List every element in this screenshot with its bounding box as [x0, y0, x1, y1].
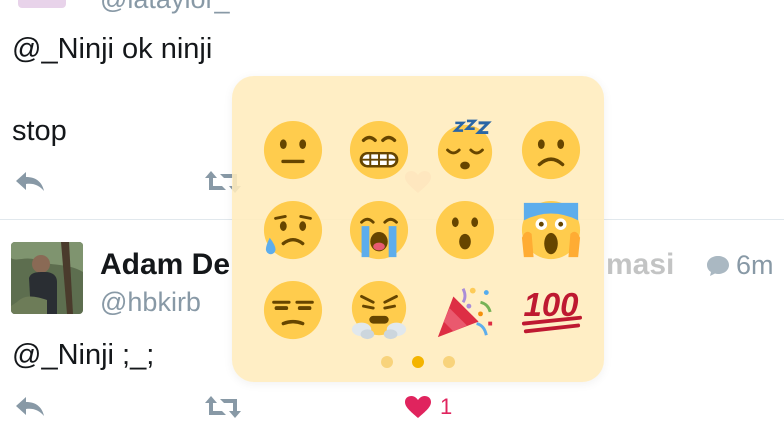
emoji-unamused-face[interactable] — [250, 270, 336, 350]
emoji-picker: 100 — [232, 76, 604, 382]
emoji-loudly-crying-face[interactable] — [336, 190, 422, 270]
retweet-icon — [205, 396, 241, 418]
tweet-2-avatar[interactable] — [11, 242, 83, 314]
tweet-2-text: @_Ninji ;_; — [12, 339, 155, 371]
tweet-1-handle: @lataylor_ — [100, 0, 229, 15]
tweet-1-text-line-2: stop — [12, 115, 67, 147]
emoji-neutral-face[interactable] — [250, 110, 336, 190]
timestamp-text: 6m — [736, 250, 774, 280]
tweet-2-retweet-button[interactable] — [204, 393, 242, 421]
tweet-2-like-button[interactable]: 1 — [404, 394, 452, 420]
emoji-frowning-face[interactable] — [508, 110, 594, 190]
tweet-1-avatar-partial[interactable] — [18, 0, 66, 8]
neutral-face-icon — [263, 120, 323, 180]
triumph-face-icon — [351, 280, 407, 340]
emoji-screaming-face[interactable] — [508, 190, 594, 270]
emoji-hundred-points[interactable]: 100 — [508, 270, 594, 350]
grimacing-face-icon — [349, 120, 409, 180]
unamused-face-icon — [263, 280, 323, 340]
loudly-crying-face-icon — [349, 200, 409, 260]
tweet-2-reply-button[interactable] — [14, 395, 46, 419]
emoji-hushed-face[interactable] — [422, 190, 508, 270]
heart-icon — [405, 396, 431, 418]
reply-icon — [16, 172, 44, 191]
like-count: 1 — [440, 394, 453, 419]
page-dot-1[interactable] — [381, 356, 393, 368]
reply-icon — [16, 397, 44, 416]
emoji-grimacing-face[interactable] — [336, 110, 422, 190]
page-dot-3[interactable] — [443, 356, 455, 368]
emoji-grid: 100 — [250, 110, 594, 350]
tweet-2-author-name-left[interactable]: Adam De — [100, 248, 230, 282]
tweet-2-timestamp[interactable]: 6m — [706, 250, 774, 281]
speech-bubble-icon — [707, 255, 729, 276]
tweet-1-reply-button[interactable] — [14, 170, 46, 194]
tweet-2-handle[interactable]: @hbkirb — [100, 287, 201, 318]
sad-relieved-face-icon — [263, 200, 323, 260]
page-dot-2-active[interactable] — [412, 356, 424, 368]
emoji-page-indicator — [232, 356, 604, 368]
emoji-party-popper[interactable] — [422, 270, 508, 350]
frowning-face-icon — [521, 120, 581, 180]
party-popper-icon — [437, 287, 493, 338]
screaming-face-icon — [521, 200, 581, 260]
tweet-2-author-name-right[interactable]: masi — [606, 248, 674, 282]
hushed-face-icon — [435, 200, 495, 260]
emoji-sleeping-face[interactable] — [422, 110, 508, 190]
tweet-1-text-line-1: @_Ninji ok ninji — [12, 33, 213, 65]
hundred-points-icon: 100 — [521, 286, 582, 334]
avatar-photo-icon — [11, 242, 83, 314]
emoji-triumph-face[interactable] — [336, 270, 422, 350]
sleeping-face-icon — [437, 119, 493, 180]
emoji-sad-relieved-face[interactable] — [250, 190, 336, 270]
